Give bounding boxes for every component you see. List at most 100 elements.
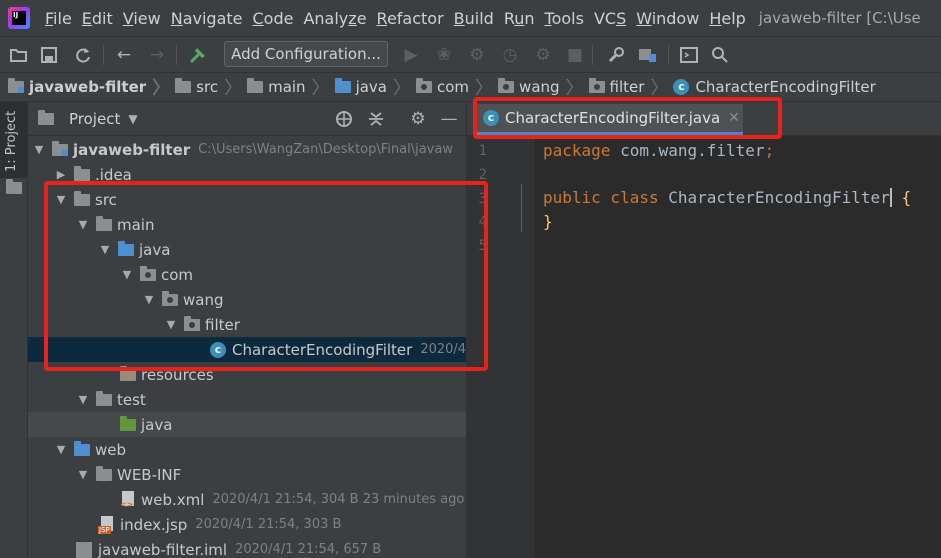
java-class-icon: c bbox=[210, 341, 226, 358]
menu-vcs[interactable]: VCS bbox=[594, 9, 626, 28]
tree-row-iml[interactable]: javaweb-filter.iml 2020/4/1 21:54, 657 B bbox=[28, 537, 466, 558]
folder-icon bbox=[175, 78, 192, 93]
gear-icon[interactable]: ⚙ bbox=[407, 108, 429, 130]
menu-window[interactable]: Window bbox=[636, 9, 699, 28]
package-folder-icon bbox=[498, 78, 515, 93]
project-view-icon bbox=[38, 109, 54, 125]
tree-row-web[interactable]: ▼ web bbox=[28, 437, 466, 462]
xml-file-icon: <> bbox=[120, 490, 136, 509]
expand-down-icon[interactable]: ▼ bbox=[76, 218, 90, 231]
expand-down-icon[interactable]: ▼ bbox=[142, 293, 156, 306]
menu-view[interactable]: View bbox=[123, 9, 161, 28]
expand-down-icon[interactable]: ▼ bbox=[76, 393, 90, 406]
menu-analyze[interactable]: Analyze bbox=[303, 9, 366, 28]
tree-row-java-main[interactable]: ▼ java bbox=[28, 237, 466, 262]
tree-row-idea[interactable]: ▶ .idea bbox=[28, 162, 466, 187]
settings-wrench-icon[interactable] bbox=[604, 43, 628, 67]
search-icon[interactable] bbox=[708, 43, 732, 67]
coverage-icon[interactable]: ⚙ bbox=[465, 43, 489, 67]
terminal-icon[interactable] bbox=[677, 43, 701, 67]
build-hammer-icon[interactable] bbox=[186, 43, 210, 67]
tree-row-com[interactable]: ▼ com bbox=[28, 262, 466, 287]
close-tab-icon[interactable]: ✕ bbox=[728, 110, 740, 126]
menu-refactor[interactable]: Refactor bbox=[377, 9, 444, 28]
code-editor: c CharacterEncodingFilter.java ✕ 1 2 3 4… bbox=[466, 102, 941, 558]
breadcrumb-project[interactable]: javaweb-filter 〉 bbox=[8, 74, 175, 100]
sync-icon[interactable] bbox=[71, 43, 95, 67]
run-icon[interactable]: ▶ bbox=[399, 43, 423, 67]
tree-row-java-test[interactable]: java bbox=[28, 412, 466, 437]
menu-tools[interactable]: Tools bbox=[545, 9, 584, 28]
menu-bar: IJ File Edit View Navigate Code Analyze … bbox=[0, 0, 941, 36]
fold-marker[interactable] bbox=[521, 184, 522, 232]
back-arrow-icon[interactable]: ← bbox=[112, 43, 136, 67]
tree-row-web-inf[interactable]: ▼ WEB-INF bbox=[28, 462, 466, 487]
menu-file[interactable]: File bbox=[45, 9, 72, 28]
package-folder-icon bbox=[140, 265, 156, 281]
folder-icon bbox=[74, 165, 90, 181]
web-folder-icon bbox=[74, 440, 90, 456]
expand-right-icon[interactable]: ▶ bbox=[54, 168, 68, 181]
expand-down-icon[interactable]: ▼ bbox=[98, 243, 112, 256]
chevron-down-icon[interactable]: ▼ bbox=[128, 112, 137, 126]
breadcrumb-src[interactable]: src 〉 bbox=[175, 74, 247, 100]
locate-target-icon[interactable] bbox=[333, 108, 355, 130]
package-folder-icon bbox=[588, 78, 605, 93]
project-tool-window-button[interactable]: 1: Project bbox=[0, 102, 27, 194]
code-line-4: } bbox=[543, 212, 553, 231]
tree-row-main[interactable]: ▼ main bbox=[28, 212, 466, 237]
expand-down-icon[interactable]: ▼ bbox=[120, 268, 134, 281]
source-folder-icon bbox=[334, 78, 351, 93]
folder-icon bbox=[96, 215, 112, 231]
attach-icon[interactable]: ⚙ bbox=[531, 43, 555, 67]
expand-down-icon[interactable]: ▼ bbox=[54, 443, 68, 456]
breadcrumb-wang[interactable]: wang 〉 bbox=[498, 74, 589, 100]
menu-help[interactable]: Help bbox=[709, 9, 745, 28]
package-folder-icon bbox=[162, 290, 178, 306]
project-view-title[interactable]: Project bbox=[69, 110, 120, 128]
menu-run[interactable]: Run bbox=[504, 9, 535, 28]
expand-down-icon[interactable]: ▼ bbox=[76, 468, 90, 481]
profile-icon[interactable]: ◷ bbox=[498, 43, 522, 67]
expand-down-icon[interactable]: ▼ bbox=[32, 143, 46, 156]
forward-arrow-icon[interactable]: → bbox=[145, 43, 169, 67]
tree-row-filter[interactable]: ▼ filter bbox=[28, 312, 466, 337]
add-configuration-button[interactable]: Add Configuration... bbox=[224, 41, 388, 67]
breadcrumb-java[interactable]: java 〉 bbox=[334, 74, 416, 100]
source-folder-icon bbox=[118, 240, 134, 256]
menu-navigate[interactable]: Navigate bbox=[171, 9, 243, 28]
minimize-icon[interactable]: — bbox=[438, 108, 460, 130]
breadcrumb-filter[interactable]: filter 〉 bbox=[588, 74, 674, 100]
tree-row-test[interactable]: ▼ test bbox=[28, 387, 466, 412]
breadcrumb-main[interactable]: main 〉 bbox=[247, 74, 334, 100]
tree-row-index-jsp[interactable]: JSP index.jsp 2020/4/1 21:54, 303 B bbox=[28, 512, 466, 537]
breadcrumb-class[interactable]: c CharacterEncodingFilter bbox=[673, 78, 876, 96]
debug-icon[interactable]: ❀ bbox=[432, 43, 456, 67]
project-panel-header: Project ▼ ⚙ — bbox=[28, 102, 466, 136]
java-class-icon: c bbox=[483, 110, 499, 126]
tree-row-wang[interactable]: ▼ wang bbox=[28, 287, 466, 312]
project-structure-icon[interactable] bbox=[636, 43, 660, 67]
folder-icon bbox=[96, 465, 112, 481]
java-class-icon: c bbox=[673, 79, 690, 95]
stop-icon[interactable]: ■ bbox=[563, 43, 587, 67]
editor-tab-character-encoding-filter[interactable]: c CharacterEncodingFilter.java ✕ bbox=[475, 104, 743, 135]
breadcrumb-com[interactable]: com 〉 bbox=[416, 74, 498, 100]
tree-row-src[interactable]: ▼ src bbox=[28, 187, 466, 212]
open-folder-icon[interactable] bbox=[7, 43, 31, 67]
expand-down-icon[interactable]: ▼ bbox=[54, 193, 68, 206]
code-line-1: package com.wang.filter; bbox=[543, 141, 775, 160]
save-all-icon[interactable] bbox=[37, 43, 61, 67]
line-number: 5 bbox=[478, 238, 487, 254]
collapse-all-icon[interactable] bbox=[365, 108, 387, 130]
menu-edit[interactable]: Edit bbox=[82, 9, 113, 28]
tree-row-resources[interactable]: resources bbox=[28, 362, 466, 387]
tree-row-project-root[interactable]: ▼ javaweb-filter C:\Users\WangZan\Deskto… bbox=[28, 137, 466, 162]
tree-row-web-xml[interactable]: <> web.xml 2020/4/1 21:54, 304 B 23 minu… bbox=[28, 487, 466, 512]
expand-down-icon[interactable]: ▼ bbox=[164, 318, 178, 331]
tree-row-character-encoding-filter[interactable]: c CharacterEncodingFilter 2020/4/ bbox=[28, 337, 466, 362]
left-tool-strip: 1: Project bbox=[0, 102, 28, 558]
project-folder-icon bbox=[6, 179, 22, 194]
menu-code[interactable]: Code bbox=[253, 9, 294, 28]
menu-build[interactable]: Build bbox=[454, 9, 494, 28]
